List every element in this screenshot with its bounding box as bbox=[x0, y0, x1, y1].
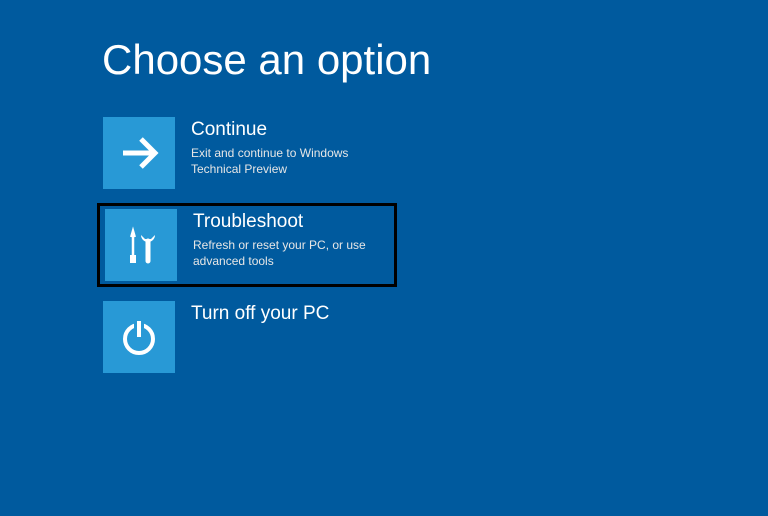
recovery-screen: Choose an option Continue Exit and conti… bbox=[0, 0, 768, 374]
option-text: Turn off your PC bbox=[175, 301, 329, 329]
options-list: Continue Exit and continue to Windows Te… bbox=[102, 116, 768, 374]
option-text: Continue Exit and continue to Windows Te… bbox=[175, 117, 375, 177]
page-title: Choose an option bbox=[102, 36, 768, 84]
troubleshoot-option[interactable]: Troubleshoot Refresh or reset your PC, o… bbox=[97, 203, 397, 287]
option-text: Troubleshoot Refresh or reset your PC, o… bbox=[177, 209, 377, 269]
option-desc: Refresh or reset your PC, or use advance… bbox=[193, 237, 377, 269]
tools-icon bbox=[105, 209, 177, 281]
turnoff-option[interactable]: Turn off your PC bbox=[102, 300, 402, 374]
option-title: Troubleshoot bbox=[193, 211, 377, 233]
power-icon bbox=[103, 301, 175, 373]
arrow-right-icon bbox=[103, 117, 175, 189]
option-desc: Exit and continue to Windows Technical P… bbox=[191, 145, 375, 177]
option-title: Turn off your PC bbox=[191, 303, 329, 325]
option-title: Continue bbox=[191, 119, 375, 141]
continue-option[interactable]: Continue Exit and continue to Windows Te… bbox=[102, 116, 402, 190]
